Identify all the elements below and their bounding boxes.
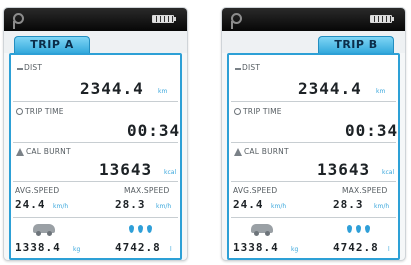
cal-burnt-label: CAL BURNT xyxy=(26,147,71,156)
tab-trip-a[interactable]: TRIP A xyxy=(14,36,90,53)
co2-value: 1338.4 xyxy=(233,241,279,254)
divider xyxy=(13,101,178,102)
clock-icon xyxy=(234,108,241,115)
avg-speed-unit: km/h xyxy=(53,203,69,210)
max-speed-label: MAX.SPEED xyxy=(124,186,170,195)
divider xyxy=(13,217,178,218)
avg-speed-unit: km/h xyxy=(271,203,287,210)
status-bar xyxy=(222,8,405,31)
cal-burnt-unit: kcal xyxy=(382,169,395,176)
tab-strip: TRIP A xyxy=(4,31,187,53)
cal-burnt-value: 13643 xyxy=(317,160,371,179)
max-speed-value: 28.3 xyxy=(333,198,364,211)
avg-speed-label: AVG.SPEED xyxy=(15,186,60,195)
avg-speed-value: 24.4 xyxy=(15,198,46,211)
flame-icon xyxy=(234,148,242,156)
logo-icon xyxy=(231,13,242,29)
battery-icon xyxy=(370,15,394,23)
max-speed-value: 28.3 xyxy=(115,198,146,211)
fuel-value: 4742.8 xyxy=(115,241,161,254)
trip-panel: DIST 2344.4 km TRIP TIME 00:34 CAL BURNT… xyxy=(227,53,400,260)
divider xyxy=(231,181,396,182)
fuel-drops-icon xyxy=(347,225,370,233)
max-speed-label: MAX.SPEED xyxy=(342,186,388,195)
distance-label: DIST xyxy=(242,63,261,72)
cal-burnt-label: CAL BURNT xyxy=(244,147,289,156)
fuel-value: 4742.8 xyxy=(333,241,379,254)
co2-unit: kg xyxy=(73,246,81,253)
cal-burnt-value: 13643 xyxy=(99,160,153,179)
avg-speed-label: AVG.SPEED xyxy=(233,186,278,195)
car-icon xyxy=(251,224,273,236)
trip-time-label: TRIP TIME xyxy=(25,107,64,116)
trip-a-screen: TRIP A DIST 2344.4 km TRIP TIME 00:34 CA… xyxy=(3,7,188,261)
fuel-drops-icon xyxy=(129,225,152,233)
fuel-unit: l xyxy=(170,246,172,253)
tab-trip-b[interactable]: TRIP B xyxy=(318,36,394,53)
battery-icon xyxy=(152,15,176,23)
flame-icon xyxy=(16,148,24,156)
divider xyxy=(231,101,396,102)
distance-icon xyxy=(235,68,241,70)
cal-burnt-unit: kcal xyxy=(164,169,177,176)
distance-value: 2344.4 xyxy=(298,79,362,98)
divider xyxy=(13,181,178,182)
avg-speed-value: 24.4 xyxy=(233,198,264,211)
trip-time-value: 00:34 xyxy=(345,121,399,140)
co2-value: 1338.4 xyxy=(15,241,61,254)
tab-strip: TRIP B xyxy=(222,31,405,53)
clock-icon xyxy=(16,108,23,115)
distance-icon xyxy=(17,68,23,70)
distance-label: DIST xyxy=(24,63,43,72)
fuel-unit: l xyxy=(388,246,390,253)
trip-time-value: 00:34 xyxy=(127,121,181,140)
divider xyxy=(231,142,396,143)
trip-time-label: TRIP TIME xyxy=(243,107,282,116)
max-speed-unit: km/h xyxy=(156,203,172,210)
distance-unit: km xyxy=(158,88,168,95)
distance-unit: km xyxy=(376,88,386,95)
max-speed-unit: km/h xyxy=(374,203,390,210)
divider xyxy=(231,217,396,218)
trip-b-screen: TRIP B DIST 2344.4 km TRIP TIME 00:34 CA… xyxy=(221,7,406,261)
trip-panel: DIST 2344.4 km TRIP TIME 00:34 CAL BURNT… xyxy=(9,53,182,260)
car-icon xyxy=(33,224,55,236)
logo-icon xyxy=(13,13,24,29)
distance-value: 2344.4 xyxy=(80,79,144,98)
status-bar xyxy=(4,8,187,31)
divider xyxy=(13,142,178,143)
co2-unit: kg xyxy=(291,246,299,253)
